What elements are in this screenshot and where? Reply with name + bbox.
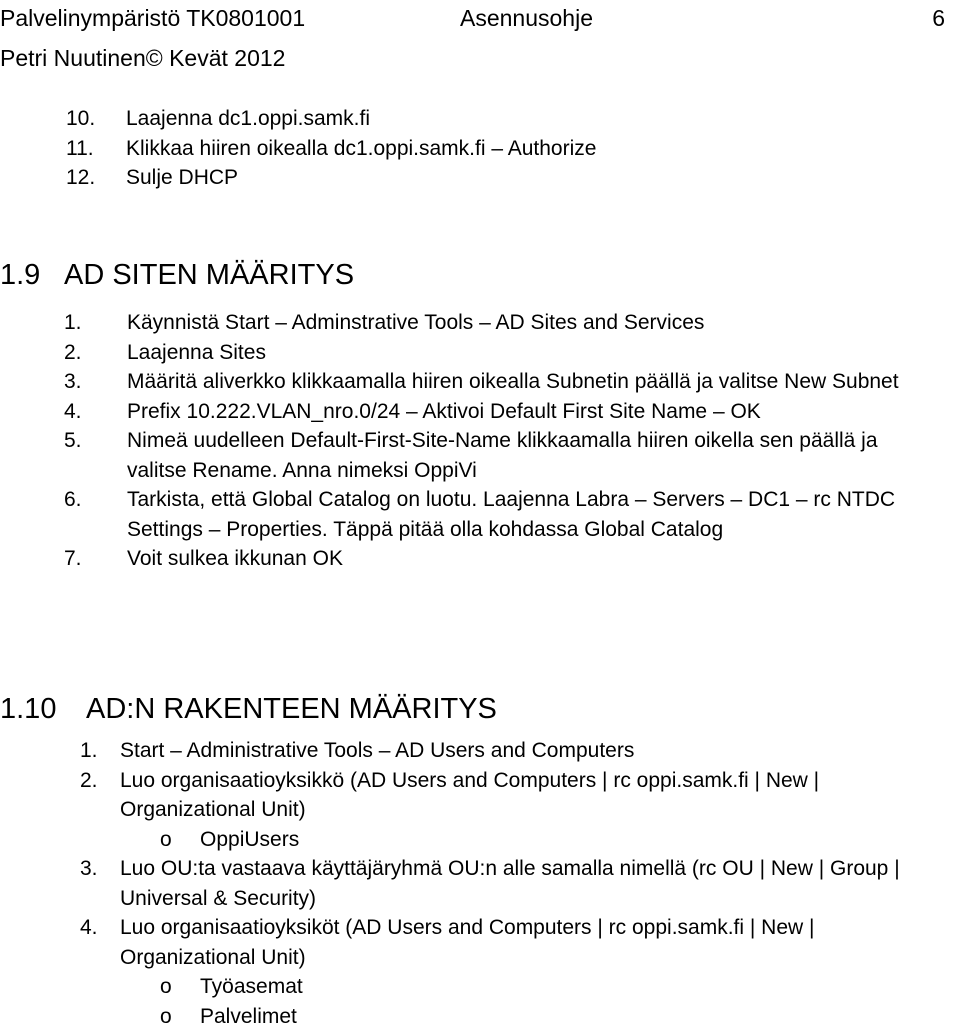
section-number: 1.9 bbox=[0, 258, 40, 292]
list-item: 7. Voit sulkea ikkunan OK bbox=[0, 544, 960, 574]
list-item-text: Palvelimet bbox=[200, 1002, 960, 1031]
circle-bullet-icon: o bbox=[160, 972, 172, 1002]
list-item: 11. Klikkaa hiiren oikealla dc1.oppi.sam… bbox=[0, 134, 960, 164]
list-item-number: 4. bbox=[64, 397, 122, 427]
list-item: o Työasemat bbox=[0, 972, 960, 1002]
section-heading-1-9: 1.9 AD SITEN MÄÄRITYS bbox=[0, 258, 960, 292]
list-item: 1. Start – Administrative Tools – AD Use… bbox=[0, 736, 960, 766]
circle-bullet-icon: o bbox=[160, 1002, 172, 1031]
section-1-10-list: 1. Start – Administrative Tools – AD Use… bbox=[0, 736, 960, 1031]
list-item-number: 2. bbox=[80, 766, 118, 796]
list-item: 1. Käynnistä Start – Adminstrative Tools… bbox=[0, 308, 960, 338]
list-item: 2. Luo organisaatioyksikkö (AD Users and… bbox=[0, 766, 960, 825]
header-left-title: Palvelinympäristö TK0801001 bbox=[0, 4, 305, 32]
list-item-number: 3. bbox=[64, 367, 122, 397]
document-page: Palvelinympäristö TK0801001 Asennusohje … bbox=[0, 0, 960, 1011]
list-item-text: Työasemat bbox=[200, 972, 960, 1002]
list-item-number: 5. bbox=[64, 426, 122, 456]
list-item-number: 4. bbox=[80, 913, 118, 943]
list-item-text: Voit sulkea ikkunan OK bbox=[127, 544, 942, 574]
list-item: 12. Sulje DHCP bbox=[0, 163, 960, 193]
continued-list: 10. Laajenna dc1.oppi.samk.fi 11. Klikka… bbox=[0, 104, 960, 193]
list-item-number: 7. bbox=[64, 544, 122, 574]
section-title: AD SITEN MÄÄRITYS bbox=[64, 258, 354, 292]
author-line: Petri Nuutinen© Kevät 2012 bbox=[0, 44, 285, 72]
list-item: 2. Laajenna Sites bbox=[0, 338, 960, 368]
list-item-number: 12. bbox=[66, 163, 122, 193]
list-item-text: Sulje DHCP bbox=[126, 163, 942, 193]
section-1-9-list: 1. Käynnistä Start – Adminstrative Tools… bbox=[0, 308, 960, 574]
list-item-text: Start – Administrative Tools – AD Users … bbox=[120, 736, 944, 766]
list-item: 4. Prefix 10.222.VLAN_nro.0/24 – Aktivoi… bbox=[0, 397, 960, 427]
list-item-text: Määritä aliverkko klikkaamalla hiiren oi… bbox=[127, 367, 942, 397]
list-item: 10. Laajenna dc1.oppi.samk.fi bbox=[0, 104, 960, 134]
section-number: 1.10 bbox=[0, 692, 56, 726]
document-header: Palvelinympäristö TK0801001 Asennusohje … bbox=[0, 4, 945, 34]
list-item-text: Klikkaa hiiren oikealla dc1.oppi.samk.fi… bbox=[126, 134, 942, 164]
list-item: o OppiUsers bbox=[0, 825, 960, 855]
header-center-title: Asennusohje bbox=[460, 4, 593, 32]
list-item-number: 3. bbox=[80, 854, 118, 884]
list-item: o Palvelimet bbox=[0, 1002, 960, 1031]
list-item-number: 10. bbox=[66, 104, 122, 134]
list-item-number: 2. bbox=[64, 338, 122, 368]
section-heading-1-10: 1.10 AD:N RAKENTEEN MÄÄRITYS bbox=[0, 692, 960, 726]
list-item-number: 11. bbox=[66, 134, 122, 164]
list-item: 6. Tarkista, että Global Catalog on luot… bbox=[0, 485, 960, 544]
list-item: 3. Luo OU:ta vastaava käyttäjäryhmä OU:n… bbox=[0, 854, 960, 913]
list-item-number: 6. bbox=[64, 485, 122, 515]
list-item-text: Laajenna dc1.oppi.samk.fi bbox=[126, 104, 942, 134]
list-item: 3. Määritä aliverkko klikkaamalla hiiren… bbox=[0, 367, 960, 397]
page-number: 6 bbox=[932, 4, 945, 32]
list-item-number: 1. bbox=[80, 736, 118, 766]
list-item-text: Käynnistä Start – Adminstrative Tools – … bbox=[127, 308, 942, 338]
list-item-number: 1. bbox=[64, 308, 122, 338]
list-item-text: Nimeä uudelleen Default-First-Site-Name … bbox=[127, 426, 942, 485]
list-item: 4. Luo organisaatioyksiköt (AD Users and… bbox=[0, 913, 960, 972]
list-item-text: Luo organisaatioyksiköt (AD Users and Co… bbox=[120, 913, 944, 972]
list-item-text: Laajenna Sites bbox=[127, 338, 942, 368]
section-title: AD:N RAKENTEEN MÄÄRITYS bbox=[86, 692, 497, 726]
list-item: 5. Nimeä uudelleen Default-First-Site-Na… bbox=[0, 426, 960, 485]
list-item-text: Luo OU:ta vastaava käyttäjäryhmä OU:n al… bbox=[120, 854, 944, 913]
list-item-text: Luo organisaatioyksikkö (AD Users and Co… bbox=[120, 766, 944, 825]
circle-bullet-icon: o bbox=[160, 825, 172, 855]
list-item-text: Prefix 10.222.VLAN_nro.0/24 – Aktivoi De… bbox=[127, 397, 942, 427]
list-item-text: OppiUsers bbox=[200, 825, 960, 855]
list-item-text: Tarkista, että Global Catalog on luotu. … bbox=[127, 485, 942, 544]
